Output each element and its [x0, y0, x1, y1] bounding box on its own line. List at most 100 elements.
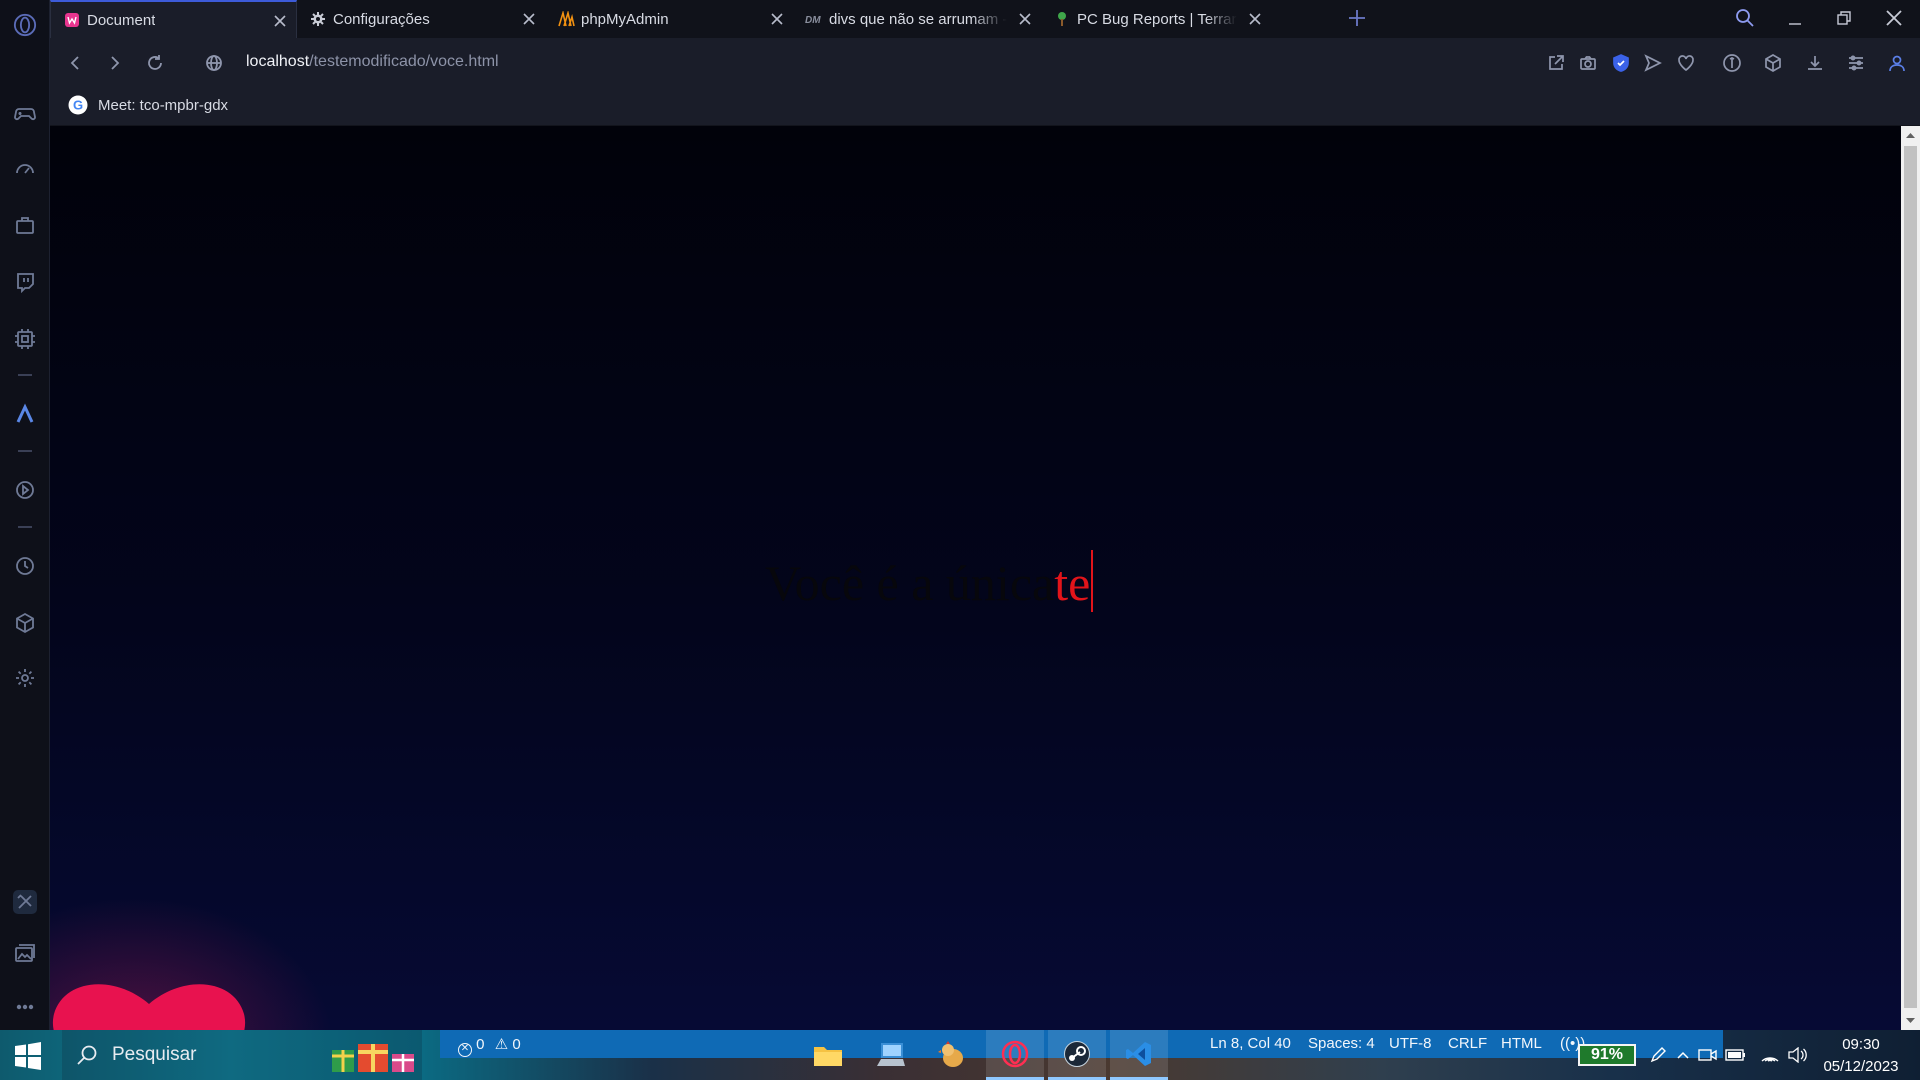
sidebar-divider — [18, 450, 32, 452]
text-caret — [1091, 550, 1094, 612]
bookmark-label: Meet: tco-mpbr-gdx — [98, 96, 229, 114]
vpn-shield-icon[interactable] — [1609, 51, 1633, 75]
svg-text:DM: DM — [805, 15, 821, 25]
forward-icon[interactable] — [103, 51, 127, 75]
tab-phpmyadmin[interactable]: phpMyAdmin — [545, 0, 793, 38]
bookmark-meet[interactable]: G Meet: tco-mpbr-gdx — [68, 95, 228, 115]
heart-decoration — [52, 984, 246, 1030]
gifts-widget-icon[interactable] — [330, 1038, 422, 1074]
pen-icon[interactable] — [1646, 1030, 1670, 1080]
scroll-down-icon[interactable] — [1906, 1016, 1915, 1025]
minimize-icon[interactable] — [1783, 6, 1807, 30]
warnings-count: 0 — [512, 1036, 521, 1053]
snapshot-icon[interactable] — [1576, 51, 1600, 75]
back-icon[interactable] — [63, 51, 87, 75]
close-tab-icon[interactable] — [521, 11, 537, 27]
line-ending[interactable]: CRLF — [1448, 1035, 1487, 1052]
cpu-icon[interactable] — [13, 327, 37, 351]
restore-icon[interactable] — [1832, 6, 1856, 30]
new-tab-icon[interactable] — [1347, 8, 1367, 28]
opera-sidebar — [0, 0, 50, 1030]
battery-tray-icon[interactable] — [1724, 1030, 1748, 1080]
url-field[interactable]: localhost/testemodificado/voce.html — [246, 53, 499, 71]
sidebar-divider — [18, 374, 32, 376]
history-icon[interactable] — [13, 554, 37, 578]
settings-icon[interactable] — [13, 666, 37, 690]
gamepad-icon[interactable] — [13, 101, 37, 125]
meet-now-icon[interactable] — [1696, 1030, 1720, 1080]
ghost-text: Você é a única — [765, 555, 1055, 611]
heart-icon[interactable] — [1674, 51, 1698, 75]
warning-icon: ⚠ — [494, 1036, 509, 1053]
twitch-icon[interactable] — [13, 270, 37, 294]
search-placeholder: Pesquisar — [112, 1044, 197, 1065]
tab-configuracoes[interactable]: Configurações — [297, 0, 545, 38]
close-tab-icon[interactable] — [272, 13, 288, 29]
profile-icon[interactable] — [1885, 51, 1909, 75]
tab-label: phpMyAdmin — [581, 10, 669, 28]
google-icon: G — [68, 95, 88, 115]
scrollbar-thumb[interactable] — [1904, 146, 1917, 1008]
opera-gx-taskbar-icon[interactable] — [986, 1030, 1044, 1080]
tab-label: PC Bug Reports | Terraria Co — [1077, 10, 1237, 28]
opera-logo-icon[interactable] — [13, 13, 37, 37]
tab-label: Configurações — [333, 10, 430, 28]
language-mode[interactable]: HTML — [1501, 1035, 1542, 1052]
system-clock[interactable]: 09:30 05/12/2023 — [1816, 1034, 1906, 1078]
tab-terraria[interactable]: PC Bug Reports | Terraria Co — [1041, 0, 1271, 38]
terraria-favicon-icon — [1053, 10, 1071, 28]
indentation[interactable]: Spaces: 4 — [1308, 1035, 1375, 1052]
cube-icon[interactable] — [13, 611, 37, 635]
html5-favicon-icon — [63, 11, 81, 29]
page-viewport: Você é a únicate — [50, 126, 1901, 1030]
tab-bar: Document Configurações phpMyAdmin DM div… — [50, 0, 1920, 38]
steam-icon[interactable] — [1048, 1030, 1106, 1080]
encoding[interactable]: UTF-8 — [1389, 1035, 1432, 1052]
vertical-scrollbar[interactable] — [1901, 126, 1920, 1030]
cursor-position[interactable]: Ln 8, Col 40 — [1210, 1035, 1291, 1052]
wifi-icon[interactable] — [1758, 1030, 1782, 1080]
share-icon[interactable] — [1544, 51, 1568, 75]
battery-percentage[interactable]: 91% — [1578, 1044, 1636, 1066]
gear-favicon-icon — [309, 10, 327, 28]
extensions-cube-icon[interactable] — [1761, 51, 1785, 75]
wallet-icon[interactable] — [1720, 51, 1744, 75]
more-icon[interactable] — [13, 995, 37, 1019]
download-icon[interactable] — [1803, 51, 1827, 75]
gallery-icon[interactable] — [13, 942, 37, 966]
file-explorer-icon[interactable] — [799, 1030, 857, 1080]
site-info-icon[interactable] — [202, 51, 226, 75]
search-tabs-icon[interactable] — [1733, 6, 1757, 30]
scroll-up-icon[interactable] — [1906, 131, 1915, 140]
close-tab-icon[interactable] — [1247, 11, 1263, 27]
svg-text:G: G — [73, 98, 83, 113]
phpmyadmin-favicon-icon — [557, 10, 575, 28]
vscode-icon[interactable] — [1110, 1030, 1168, 1080]
typed-text: te — [1054, 555, 1091, 611]
clock-time: 09:30 — [1842, 1036, 1880, 1053]
tab-divs[interactable]: DM divs que não se arrumam - — [793, 0, 1041, 38]
briefcase-icon[interactable] — [13, 213, 37, 237]
volume-icon[interactable] — [1786, 1030, 1810, 1080]
my-computer-icon[interactable] — [862, 1030, 920, 1080]
player-icon[interactable] — [13, 478, 37, 502]
bookmarks-bar: G Meet: tco-mpbr-gdx — [50, 88, 1920, 126]
reload-icon[interactable] — [143, 51, 167, 75]
address-bar: localhost/testemodificado/voce.html — [50, 38, 1920, 88]
tab-document[interactable]: Document — [50, 0, 297, 38]
close-window-icon[interactable] — [1882, 6, 1906, 30]
close-tab-icon[interactable] — [1017, 11, 1033, 27]
easy-setup-icon[interactable] — [1844, 51, 1868, 75]
problems-indicator[interactable]: ✕ 0 ⚠ 0 — [458, 1035, 521, 1057]
chevron-up-icon[interactable] — [1672, 1030, 1694, 1080]
windows-start-icon[interactable] — [14, 1042, 42, 1070]
error-icon: ✕ — [458, 1043, 472, 1057]
tab-label: divs que não se arrumam - — [829, 10, 1008, 28]
tools-icon[interactable] — [13, 890, 37, 914]
send-icon[interactable] — [1641, 51, 1665, 75]
speedometer-icon[interactable] — [13, 157, 37, 181]
close-tab-icon[interactable] — [769, 11, 785, 27]
sidebar-divider — [18, 526, 32, 528]
aria-icon[interactable] — [13, 402, 37, 426]
chicken-app-icon[interactable] — [924, 1030, 982, 1080]
